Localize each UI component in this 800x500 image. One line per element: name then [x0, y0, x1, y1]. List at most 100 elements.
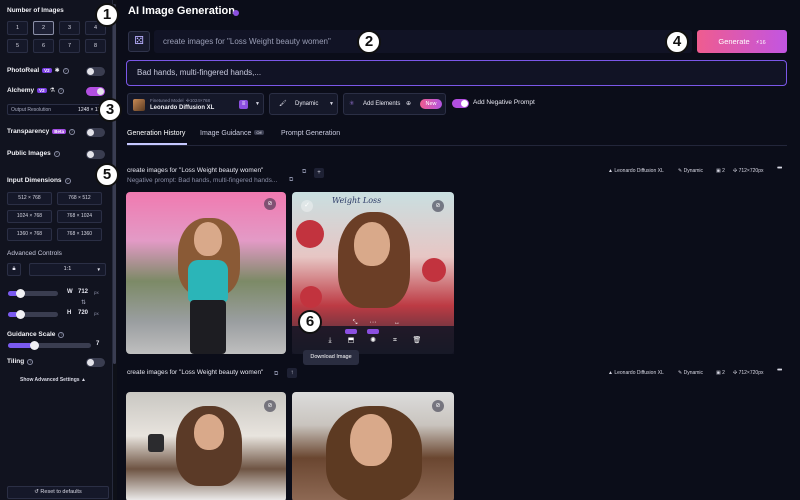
more-options-icon[interactable]: ••• — [777, 165, 782, 172]
tab-prompt-generation[interactable]: Prompt Generation — [281, 130, 340, 137]
dimension-option[interactable]: 768 × 1024 — [57, 210, 102, 223]
height-value[interactable]: 720 — [78, 310, 88, 316]
edit-icon[interactable]: ⤡ — [350, 318, 360, 328]
generated-image[interactable]: ⊘ — [126, 392, 286, 500]
page-title: AI Image Generation — [128, 5, 235, 17]
photoreal-badge: V2 — [42, 68, 52, 73]
dimension-option[interactable]: 1024 × 768 — [7, 210, 52, 223]
swap-icon[interactable]: ⇅ — [81, 299, 86, 306]
hide-image-icon[interactable]: ⊘ — [264, 198, 276, 210]
image-caption: Weight Loss — [332, 196, 382, 205]
style-selector[interactable]: 🖌︎ Dynamic ▼ — [269, 93, 338, 115]
variation-icon[interactable]: ✺ — [368, 336, 378, 346]
num-images-3[interactable]: 3 — [59, 21, 80, 35]
input-dimensions-grid: 512 × 768 768 × 512 1024 × 768 768 × 102… — [7, 192, 102, 241]
settings-sidebar: Number of Images 1 2 3 4 5 6 7 8 PhotoRe… — [0, 0, 113, 500]
alchemy-toggle[interactable] — [86, 87, 105, 96]
more-actions-icon[interactable]: ··· — [368, 318, 378, 328]
info-icon: ? — [58, 87, 65, 94]
show-advanced-settings[interactable]: Show Advanced Settings ▲ — [20, 377, 86, 383]
copy-icon[interactable]: ⧉ — [302, 169, 306, 176]
generate-button[interactable]: Generate ⚡16 — [697, 30, 787, 53]
download-icon[interactable]: ⤓ — [325, 336, 335, 346]
num-images-6[interactable]: 6 — [33, 39, 54, 53]
generated-image[interactable]: ⊘ — [126, 192, 286, 354]
model-icon: ▲ — [608, 370, 613, 376]
dimension-option[interactable]: 768 × 512 — [57, 192, 102, 205]
new-badge: New — [420, 99, 442, 109]
tab-generation-history[interactable]: Generation History — [127, 130, 185, 137]
info-icon: ? — [69, 128, 76, 135]
num-images-5[interactable]: 5 — [7, 39, 28, 53]
callout-1: 1 — [95, 3, 119, 27]
tab-image-guidance[interactable]: Image Guidance Off — [200, 130, 264, 137]
dimension-option[interactable]: 768 × 1360 — [57, 228, 102, 241]
aspect-ratio-select[interactable]: 1:1 ▼ — [29, 263, 106, 276]
callout-3: 3 — [98, 98, 122, 122]
lock-ratio-button[interactable]: 🔒︎ — [7, 263, 21, 276]
dimension-option[interactable]: 512 × 768 — [7, 192, 52, 205]
brush-icon: ✎ — [678, 168, 683, 174]
input-dimensions-label: Input Dimensions ? — [7, 177, 71, 184]
hide-image-icon[interactable]: ⊘ — [432, 400, 444, 412]
copy-negative-icon[interactable]: ⧉ — [289, 177, 293, 184]
generation-style: ✎ Dynamic — [678, 370, 704, 376]
negative-prompt-input[interactable]: Bad hands, multi-fingered hands,... — [126, 60, 787, 86]
size-icon: ✣ — [733, 168, 738, 174]
tiling-toggle[interactable] — [86, 358, 105, 367]
num-images-2[interactable]: 2 — [33, 21, 54, 35]
photoreal-toggle[interactable] — [86, 67, 105, 76]
guidance-scale-slider[interactable] — [8, 341, 91, 350]
reset-defaults-button[interactable]: ↺ Reset to defaults — [7, 486, 109, 499]
width-value[interactable]: 712 — [78, 289, 88, 295]
advanced-controls-label: Advanced Controls — [7, 250, 62, 257]
generation-count: ▣ 2 — [716, 370, 725, 376]
callout-6: 6 — [298, 310, 322, 334]
num-images-8[interactable]: 8 — [85, 39, 106, 53]
model-settings-icon[interactable]: ≡ — [239, 100, 248, 109]
transparency-label: Transparency Beta ? — [7, 128, 76, 135]
generated-image[interactable]: ⊘ — [292, 392, 454, 500]
delete-icon[interactable]: 🗑︎ — [412, 336, 422, 346]
info-icon: ? — [53, 150, 60, 157]
transparency-toggle[interactable] — [86, 128, 105, 137]
hide-image-icon[interactable]: ⊘ — [432, 200, 444, 212]
sidebar-scrollbar[interactable] — [113, 0, 117, 500]
prompt-input[interactable]: create images for "Loss Weight beauty wo… — [154, 30, 692, 53]
hide-image-icon[interactable]: ⊘ — [264, 400, 276, 412]
public-images-toggle[interactable] — [86, 150, 105, 159]
num-images-7[interactable]: 7 — [59, 39, 80, 53]
height-slider[interactable] — [8, 310, 58, 319]
info-icon: ? — [58, 331, 65, 338]
size-icon: ✣ — [733, 370, 738, 376]
off-badge: Off — [254, 130, 264, 135]
alchemy-wand-icon: ⚗ — [49, 88, 56, 94]
dimension-option[interactable]: 1360 × 768 — [7, 228, 52, 241]
info-icon: ? — [64, 177, 71, 184]
output-resolution: Output Resolution 1248 × 1320 — [7, 104, 110, 115]
alchemy-badge: V2 — [37, 88, 47, 93]
model-selector[interactable]: Finetuned Model ✣1024×768 Leonardo Diffu… — [127, 93, 264, 115]
random-prompt-button[interactable]: ⚄ — [128, 31, 150, 52]
width-slider[interactable] — [8, 289, 58, 298]
negative-prompt-toggle[interactable] — [452, 99, 469, 108]
reset-icon: ↺ — [34, 489, 39, 495]
add-elements-button[interactable]: ⚛ Add Elements ⊕ New — [343, 93, 446, 115]
num-images-1[interactable]: 1 — [7, 21, 28, 35]
crop-icon[interactable]: ⌗ — [390, 336, 400, 346]
chevron-down-icon: ▼ — [329, 101, 334, 107]
more-options-icon[interactable]: ••• — [777, 367, 782, 374]
model-meta: Finetuned Model ✣1024×768 — [150, 98, 210, 103]
reuse-prompt-button[interactable]: ↑ — [287, 368, 297, 378]
height-unit: px — [94, 311, 99, 316]
reuse-prompt-button[interactable]: + — [314, 168, 324, 178]
chevron-down-icon: ▼ — [255, 101, 260, 107]
model-icon: ▲ — [608, 168, 613, 174]
expand-icon[interactable]: ↔ — [392, 318, 402, 328]
select-image-checkbox[interactable]: ✓ — [301, 200, 313, 212]
alchemy-badge — [345, 329, 357, 334]
height-label: H — [67, 310, 72, 316]
generation-model: ▲ Leonardo Diffusion XL — [608, 168, 664, 174]
copy-icon[interactable]: ⧉ — [274, 371, 278, 378]
upscale-icon[interactable]: ⬒ — [346, 336, 356, 346]
